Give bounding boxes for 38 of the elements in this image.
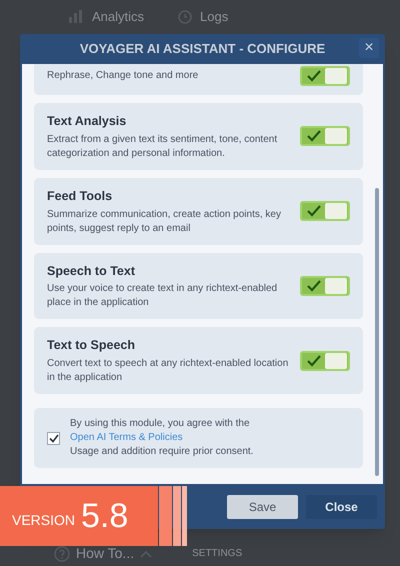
check-icon: [306, 354, 320, 367]
help-icon: [54, 546, 70, 562]
clock-icon: [176, 8, 192, 24]
check-icon: [306, 130, 320, 142]
feature-title: Feed Tools: [47, 188, 114, 205]
save-button[interactable]: Save: [227, 494, 298, 518]
feature-description: Summarize communication, create action points, key points, suggest reply to an email: [47, 208, 282, 236]
consent-text: By using this module, you agree with the Open AI Terms & Policies: [70, 417, 251, 445]
toggle-switch[interactable]: [300, 126, 350, 146]
toggle-switch[interactable]: [300, 276, 350, 296]
version-number: 5.8: [81, 499, 128, 533]
terms-link[interactable]: Open AI Terms & Policies: [70, 432, 183, 443]
feature-title: Speech to Text: [47, 262, 136, 280]
check-icon: [306, 70, 320, 82]
check-icon: [306, 205, 320, 218]
nav-tab[interactable]: Logs: [200, 6, 228, 26]
bar-chart-icon: [68, 9, 84, 24]
help-link[interactable]: How To...: [76, 543, 134, 564]
consent-checkbox[interactable]: [47, 432, 60, 444]
feature-description: Use your voice to create text in any richtext-enabled place in the application: [47, 282, 278, 310]
feature-description: Convert text to speech at any richtext-enabled location in the application: [47, 357, 290, 385]
feature-description: Extract from a given text its sentiment, tone, content categorization and personal information.: [47, 132, 278, 161]
feature-description: Rephrase, Change tone and more: [47, 69, 200, 83]
toggle-switch[interactable]: [300, 66, 350, 86]
toggle-switch[interactable]: [300, 350, 350, 371]
scrollbar-thumb[interactable]: [375, 188, 379, 476]
caret-up-icon: [140, 550, 152, 558]
check-icon: [306, 280, 320, 292]
dialog-title: VOYAGER AI ASSISTANT - CONFIGURE: [80, 40, 326, 58]
section-heading: SETTINGS: [192, 547, 242, 561]
feature-title: Text to Speech: [47, 337, 136, 354]
close-dialog-button[interactable]: Close: [306, 494, 377, 518]
version-label: VERSION: [12, 510, 76, 530]
nav-tab[interactable]: Analytics: [92, 6, 144, 26]
feature-title: Text Analysis: [47, 113, 128, 130]
close-button[interactable]: ×: [359, 38, 379, 58]
consent-note: Usage and addition require prior consent.: [70, 445, 254, 459]
toggle-switch[interactable]: [300, 201, 350, 222]
